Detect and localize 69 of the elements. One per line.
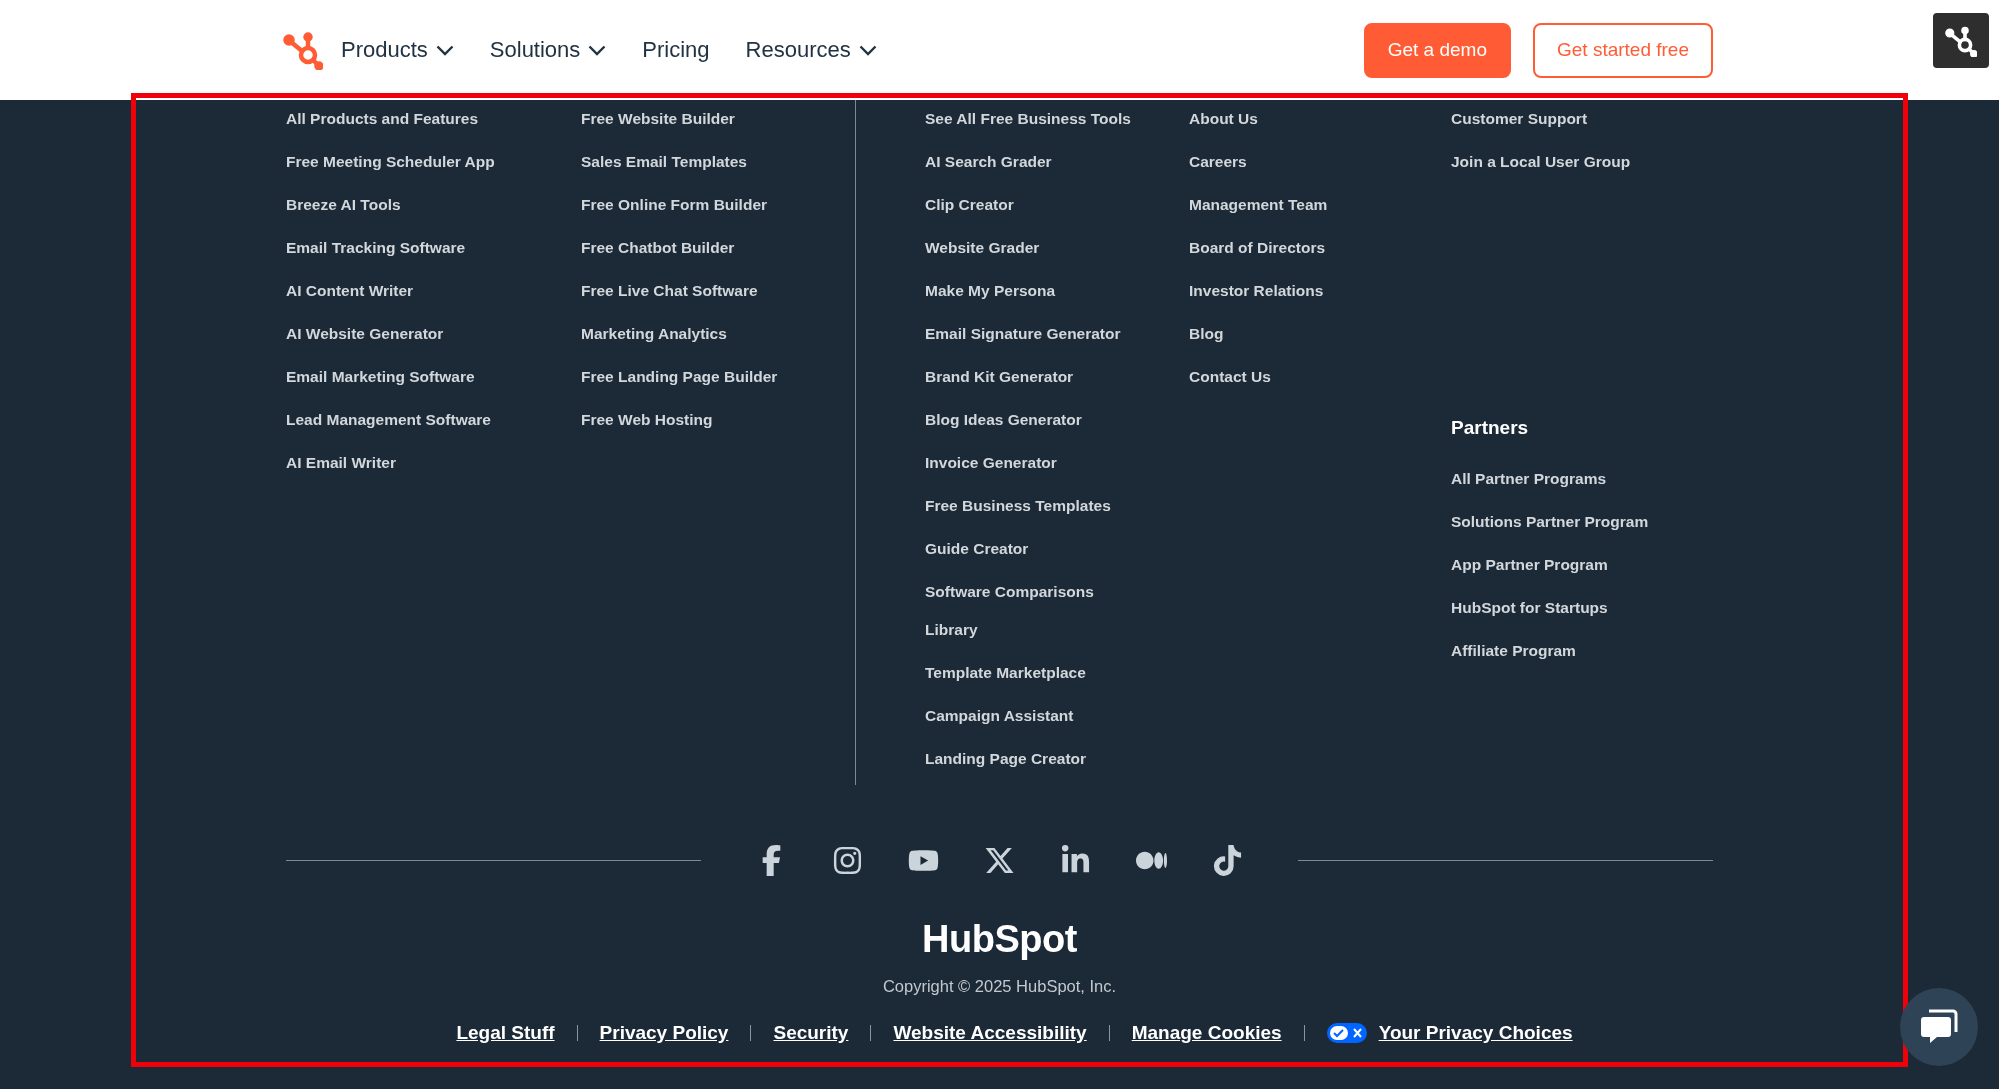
footer-link[interactable]: Affiliate Program	[1451, 632, 1666, 670]
footer-link[interactable]: About Us	[1189, 100, 1404, 138]
legal-link[interactable]: Legal Stuff	[456, 1022, 555, 1044]
footer-link[interactable]: Landing Page Creator	[925, 740, 1140, 778]
footer-link[interactable]: Blog Ideas Generator	[925, 401, 1140, 439]
footer-link[interactable]: AI Content Writer	[286, 272, 501, 310]
footer-link[interactable]: All Products and Features	[286, 100, 501, 138]
instagram-icon[interactable]	[832, 845, 863, 876]
footer-link[interactable]: Free Meeting Scheduler App	[286, 143, 501, 181]
footer-link[interactable]: Invoice Generator	[925, 444, 1140, 482]
footer-link[interactable]: AI Website Generator	[286, 315, 501, 353]
legal-link[interactable]: Security	[773, 1022, 849, 1044]
section-heading: Partners	[1451, 416, 1530, 440]
footer-link[interactable]: All Partner Programs	[1451, 460, 1666, 498]
sprocket-icon	[1945, 24, 1977, 57]
footer-link[interactable]: Software Comparisons Library	[925, 573, 1140, 649]
tiktok-icon[interactable]	[1212, 845, 1243, 876]
footer-link[interactable]: Brand Kit Generator	[925, 358, 1140, 396]
chevron-down-icon	[858, 44, 877, 56]
legal-link[interactable]: Website Accessibility	[893, 1022, 1087, 1044]
footer-link[interactable]: App Partner Program	[1451, 546, 1666, 584]
footer-link[interactable]: Website Grader	[925, 229, 1140, 267]
footer-link[interactable]: AI Email Writer	[286, 444, 501, 482]
nav-link[interactable]: Solutions	[489, 37, 607, 63]
privacy-choices-link[interactable]: Your Privacy Choices	[1378, 1022, 1573, 1044]
footer-link[interactable]: Campaign Assistant	[925, 697, 1140, 735]
footer-link[interactable]: Free Landing Page Builder	[581, 358, 796, 396]
footer-link[interactable]: Contact Us	[1189, 358, 1404, 396]
footer-link[interactable]: Email Signature Generator	[925, 315, 1140, 353]
footer-link[interactable]: Management Team	[1189, 186, 1404, 224]
nav-link[interactable]: Products	[341, 37, 454, 63]
footer-link[interactable]: Free Live Chat Software	[581, 272, 796, 310]
footer-link[interactable]: Customer Support	[1451, 100, 1666, 138]
footer-link[interactable]: Careers	[1189, 143, 1404, 181]
legal-link[interactable]: Manage Cookies	[1131, 1022, 1282, 1044]
chevron-down-icon	[435, 44, 454, 56]
footer-link[interactable]: See All Free Business Tools	[925, 100, 1140, 138]
footer-link[interactable]: Guide Creator	[925, 530, 1140, 568]
footer-link[interactable]: Sales Email Templates	[581, 143, 796, 181]
footer-link[interactable]: Investor Relations	[1189, 272, 1404, 310]
x-icon[interactable]	[984, 845, 1015, 876]
logo-icon[interactable]	[283, 30, 323, 70]
footer-link[interactable]: Lead Management Software	[286, 401, 501, 439]
footer-link[interactable]: Board of Directors	[1189, 229, 1404, 267]
footer-link[interactable]: Template Marketplace	[925, 654, 1140, 692]
footer-link[interactable]: Marketing Analytics	[581, 315, 796, 353]
sprocket-button[interactable]	[1933, 13, 1989, 68]
nav-link[interactable]: Pricing	[642, 37, 710, 63]
footer-link[interactable]: Free Online Form Builder	[581, 186, 796, 224]
footer-link[interactable]: Free Web Hosting	[581, 401, 796, 439]
footer-link[interactable]: Breeze AI Tools	[286, 186, 501, 224]
legal-link[interactable]: Privacy Policy	[599, 1022, 729, 1044]
footer-link[interactable]: Clip Creator	[925, 186, 1140, 224]
footer-link[interactable]: Join a Local User Group	[1451, 143, 1666, 181]
footer-link[interactable]: Free Business Templates	[925, 487, 1140, 525]
footer-link[interactable]: Free Chatbot Builder	[581, 229, 796, 267]
footer-link[interactable]: Solutions Partner Program	[1451, 503, 1666, 541]
footer-link[interactable]: Make My Persona	[925, 272, 1140, 310]
copyright-text: Copyright © 2025 HubSpot, Inc.	[881, 977, 1118, 996]
footer-link[interactable]: Blog	[1189, 315, 1404, 353]
chevron-down-icon	[588, 44, 607, 56]
footer-link[interactable]: Email Marketing Software	[286, 358, 501, 396]
footer-link[interactable]: HubSpot for Startups	[1451, 589, 1666, 627]
footer-link[interactable]: AI Search Grader	[925, 143, 1140, 181]
logo-wordmark: HubSpot	[921, 918, 1078, 961]
privacy-toggle-icon	[1326, 1023, 1367, 1043]
footer-link[interactable]: Free Website Builder	[581, 100, 796, 138]
nav-link[interactable]: Resources	[745, 37, 877, 63]
footer-link[interactable]: Email Tracking Software	[286, 229, 501, 267]
